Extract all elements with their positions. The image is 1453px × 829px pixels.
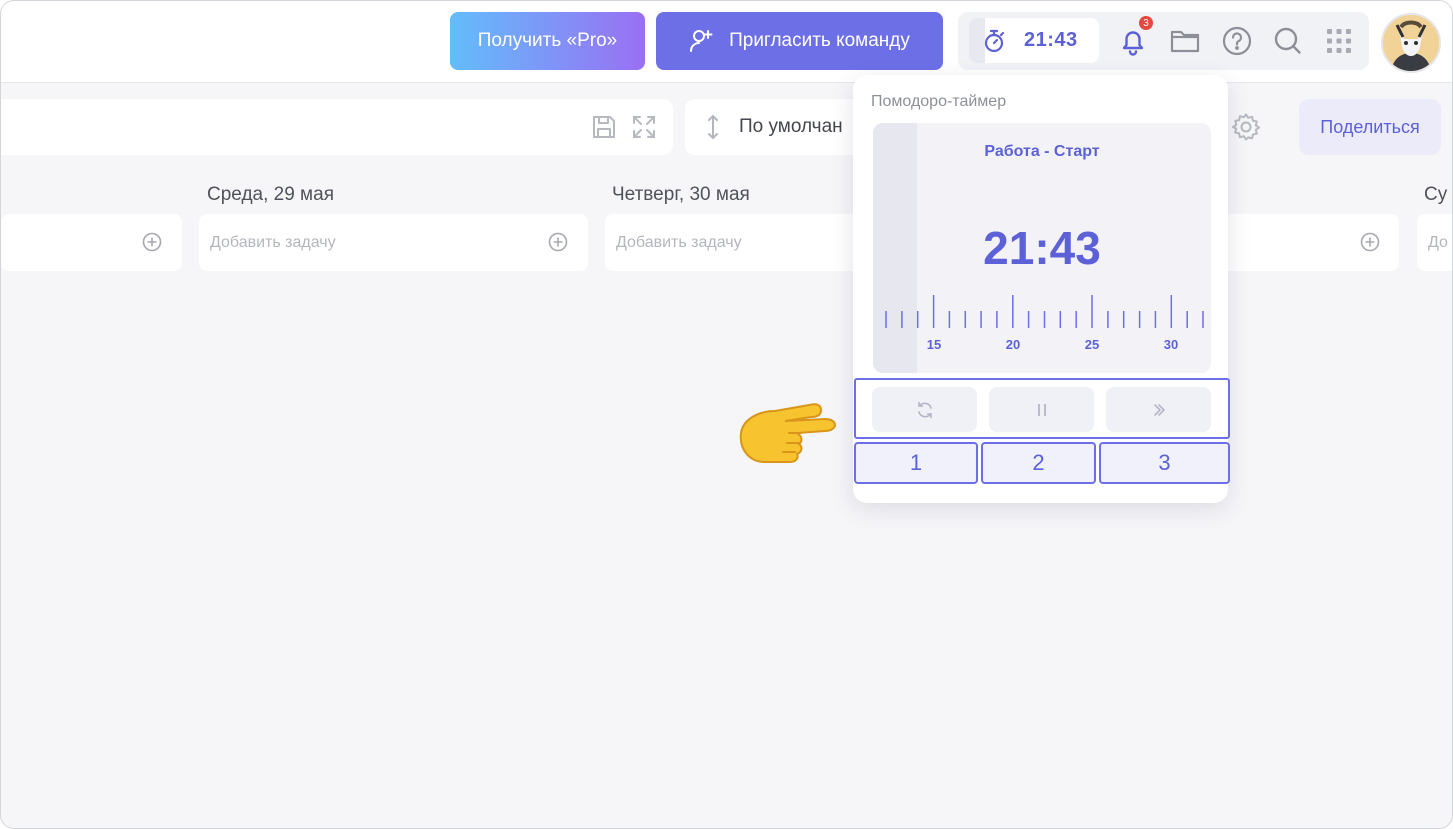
add-task-placeholder: Добавить задачу (616, 234, 742, 251)
sort-dropdown[interactable]: По умолчан (685, 99, 865, 155)
day-title: Четверг, 30 мая (612, 184, 750, 205)
add-task-input[interactable]: Добавить задачу (605, 214, 865, 271)
expand-icon[interactable] (631, 114, 657, 140)
day-title: Среда, 29 мая (207, 184, 334, 205)
day-title: Су (1424, 184, 1448, 205)
board-search-field[interactable] (1, 99, 673, 155)
pause-icon (1037, 403, 1046, 416)
timer-phase: Работа - Старт (984, 143, 1100, 160)
avatar-image (1383, 15, 1439, 71)
stopwatch-icon (984, 29, 1005, 53)
timer-chip-value: 21:43 (1024, 29, 1078, 51)
share-label: Поделиться (1320, 116, 1420, 137)
ruler-label: 25 (1085, 337, 1099, 352)
settings-gear-icon[interactable] (1231, 112, 1261, 142)
plus-circle-icon[interactable] (1360, 232, 1380, 252)
sort-label: По умолчан (739, 116, 843, 137)
top-bar: Получить «Pro» Пригласить команду 21:43 … (1, 1, 1452, 83)
timer-value: 21:43 (983, 222, 1101, 274)
timer-controls-highlight (854, 378, 1230, 439)
app-window: Получить «Pro» Пригласить команду 21:43 … (0, 0, 1453, 829)
add-task-input[interactable]: До (1417, 214, 1452, 271)
timer-card: Работа - Старт 21:43 15 20 25 30 (873, 123, 1211, 373)
pointing-hand-icon (739, 403, 837, 463)
notification-badge: 3 (1139, 16, 1153, 30)
add-user-icon (690, 30, 713, 52)
add-task-input[interactable]: Добавить задачу (199, 214, 588, 271)
invite-team-label: Пригласить команду (729, 30, 910, 51)
add-task-placeholder: До (1428, 234, 1448, 251)
add-task-input-prev[interactable] (1, 214, 182, 271)
folder-icon[interactable] (1169, 26, 1201, 56)
share-button[interactable]: Поделиться (1299, 99, 1441, 155)
ruler-label: 30 (1164, 337, 1178, 352)
get-pro-button[interactable]: Получить «Pro» (450, 12, 645, 70)
annotation-label: 2 (981, 442, 1096, 484)
user-avatar[interactable] (1381, 13, 1441, 73)
add-task-input-hidden[interactable] (1201, 214, 1399, 271)
save-icon[interactable] (591, 114, 617, 140)
annotation-label: 1 (854, 442, 978, 484)
skip-button[interactable] (1106, 387, 1211, 432)
plus-circle-icon[interactable] (142, 232, 162, 252)
time-ruler: 15 20 25 30 (885, 295, 1204, 352)
skip-icon (1153, 403, 1165, 416)
plus-circle-icon[interactable] (548, 232, 568, 252)
add-task-placeholder: Добавить задачу (210, 234, 336, 251)
help-icon[interactable] (1221, 25, 1253, 57)
restart-button[interactable] (872, 387, 977, 432)
refresh-icon (917, 401, 932, 418)
sort-arrows-icon (708, 114, 718, 140)
ruler-label: 15 (927, 337, 941, 352)
search-icon[interactable] (1272, 25, 1304, 57)
annotation-label: 3 (1099, 442, 1230, 484)
get-pro-label: Получить «Pro» (477, 30, 618, 51)
pomodoro-title: Помодоро-таймер (871, 93, 1007, 110)
ruler-label: 20 (1006, 337, 1020, 352)
pause-button[interactable] (989, 387, 1094, 432)
apps-grid-icon[interactable] (1326, 28, 1352, 54)
timer-chip[interactable]: 21:43 (969, 18, 1099, 63)
pomodoro-popup: Помодоро-таймер Работа - Старт 21:43 15 … (853, 75, 1230, 503)
invite-team-button[interactable]: Пригласить команду (656, 12, 943, 70)
